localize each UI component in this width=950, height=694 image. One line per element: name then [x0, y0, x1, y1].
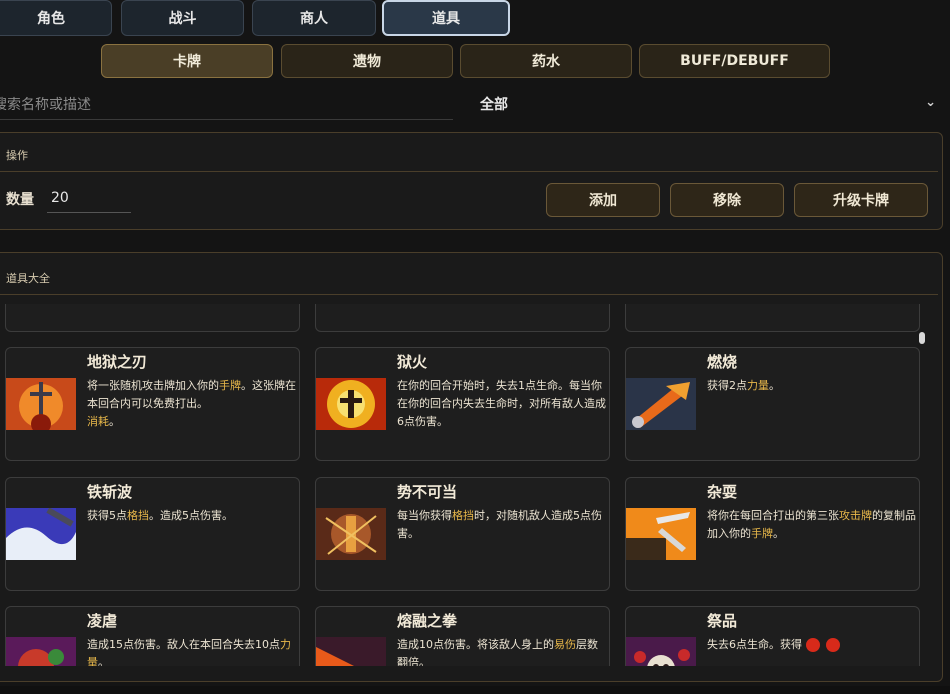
- search-input[interactable]: 搜索名称或描述: [0, 88, 453, 120]
- desc-text: 每当你获得: [397, 509, 452, 522]
- card-tile[interactable]: 势不可当 每当你获得格挡时，对随机敌人造成5点伤害。: [315, 477, 610, 591]
- desc-text: 将你在每回合打出的第三张: [707, 509, 839, 522]
- card-art-hell-blade: [6, 378, 76, 430]
- category-filter-select[interactable]: 全部 ⌄: [470, 88, 944, 120]
- keyword: 攻击牌: [839, 509, 872, 522]
- desc-text: 。: [773, 527, 784, 540]
- desc-text: 失去6点生命。获得: [707, 638, 802, 651]
- card-description: 获得5点格挡。造成5点伤害。: [87, 507, 297, 525]
- card-name: 狱火: [397, 353, 428, 371]
- desc-text: 在你的回合开始时，失去1点生命。每当你在你的回合内失去生命时，对所有敌人造成6点…: [397, 379, 606, 428]
- subtab-potions[interactable]: 药水: [460, 44, 632, 78]
- filter-value: 全部: [480, 97, 508, 113]
- card-tile[interactable]: 地狱之刃 将一张随机攻击牌加入你的手牌。这张牌在本回合内可以免费打出。 消耗。: [5, 347, 300, 461]
- desc-text: 获得5点: [87, 509, 127, 522]
- card-description: 将一张随机攻击牌加入你的手牌。这张牌在本回合内可以免费打出。 消耗。: [87, 377, 297, 431]
- desc-text: 。造成5点伤害。: [149, 509, 233, 522]
- card-art-inferno: [316, 378, 386, 430]
- quantity-value: 20: [51, 190, 69, 206]
- tab-combat[interactable]: 战斗: [121, 0, 244, 36]
- chevron-down-icon: ⌄: [925, 95, 936, 110]
- subtab-label: 药水: [532, 54, 560, 70]
- card-art-iron-wave: [6, 508, 76, 560]
- search-placeholder: 搜索名称或描述: [0, 96, 91, 113]
- card-tile[interactable]: 燃烧 获得2点力量。: [625, 347, 920, 461]
- desc-text: 将一张随机攻击牌加入你的: [87, 379, 219, 392]
- divider: [0, 294, 938, 295]
- catalog-title: 道具大全: [6, 272, 50, 285]
- card-art-molten-fist: [316, 637, 386, 666]
- keyword: 格挡: [452, 509, 474, 522]
- card-tile[interactable]: 祭品 失去6点生命。获得: [625, 606, 920, 666]
- add-label: 添加: [589, 193, 617, 209]
- subtab-buffs[interactable]: BUFF/DEBUFF: [639, 44, 830, 78]
- remove-button[interactable]: 移除: [670, 183, 784, 217]
- desc-text: 。: [109, 415, 120, 428]
- card-art-offering: [626, 637, 696, 666]
- desc-text: 造成15点伤害。敌人在本回合失去10点: [87, 638, 280, 651]
- energy-icon: [806, 638, 820, 652]
- card-tile[interactable]: 杂耍 将你在每回合打出的第三张攻击牌的复制品加入你的手牌。: [625, 477, 920, 591]
- keyword: 手牌: [219, 379, 241, 392]
- desc-text: 造成10点伤害。将该敌人身上的: [397, 638, 554, 651]
- keyword: 手牌: [751, 527, 773, 540]
- card-art-burn: [626, 378, 696, 430]
- keyword: 格挡: [127, 509, 149, 522]
- card-description: 造成15点伤害。敌人在本回合失去10点力量。: [87, 636, 297, 666]
- subtab-label: 遗物: [353, 54, 381, 70]
- upgrade-card-button[interactable]: 升级卡牌: [794, 183, 928, 217]
- card-tile[interactable]: 狱火 在你的回合开始时，失去1点生命。每当你在你的回合内失去生命时，对所有敌人造…: [315, 347, 610, 461]
- desc-text: 获得2点: [707, 379, 747, 392]
- operations-title: 操作: [6, 149, 28, 162]
- remove-label: 移除: [713, 193, 741, 209]
- card-description: 失去6点生命。获得: [707, 636, 917, 654]
- keyword: 易伤: [554, 638, 576, 651]
- card-grid: 地狱之刃 将一张随机攻击牌加入你的手牌。这张牌在本回合内可以免费打出。 消耗。 狱…: [0, 304, 920, 666]
- desc-text: 。: [98, 656, 109, 666]
- card-description: 造成10点伤害。将该敌人身上的易伤层数翻倍。: [397, 636, 607, 666]
- subtab-label: 卡牌: [173, 54, 201, 70]
- tab-label: 角色: [37, 11, 65, 27]
- tab-merchant[interactable]: 商人: [252, 0, 376, 36]
- upgrade-label: 升级卡牌: [833, 193, 889, 209]
- card-name: 凌虐: [87, 612, 118, 630]
- card-description: 每当你获得格挡时，对随机敌人造成5点伤害。: [397, 507, 607, 543]
- tab-label: 商人: [300, 11, 328, 27]
- card-art-juggling: [626, 508, 696, 560]
- tab-items[interactable]: 道具: [382, 0, 510, 36]
- card-name: 祭品: [707, 612, 738, 630]
- card-tile[interactable]: 凌虐 造成15点伤害。敌人在本回合失去10点力量。: [5, 606, 300, 666]
- card-tile[interactable]: 铁斩波 获得5点格挡。造成5点伤害。: [5, 477, 300, 591]
- tab-label: 道具: [432, 11, 460, 27]
- card-description: 在你的回合开始时，失去1点生命。每当你在你的回合内失去生命时，对所有敌人造成6点…: [397, 377, 607, 431]
- energy-icon: [826, 638, 840, 652]
- add-button[interactable]: 添加: [546, 183, 660, 217]
- tab-label: 战斗: [168, 11, 197, 27]
- card-art-juggernaut: [316, 508, 386, 560]
- card-name: 地狱之刃: [87, 353, 148, 371]
- card-name: 势不可当: [397, 483, 458, 501]
- subtab-relics[interactable]: 遗物: [281, 44, 453, 78]
- subtab-cards[interactable]: 卡牌: [101, 44, 273, 78]
- card-name: 燃烧: [707, 353, 738, 371]
- card-name: 杂耍: [707, 483, 738, 501]
- desc-text: 。: [769, 379, 780, 392]
- card-description: 将你在每回合打出的第三张攻击牌的复制品加入你的手牌。: [707, 507, 917, 543]
- card-name: 铁斩波: [87, 483, 133, 501]
- keyword: 力量: [747, 379, 769, 392]
- card-description: 获得2点力量。: [707, 377, 917, 395]
- card-tile[interactable]: 熔融之拳 造成10点伤害。将该敌人身上的易伤层数翻倍。: [315, 606, 610, 666]
- card-name: 熔融之拳: [397, 612, 458, 630]
- quantity-field[interactable]: 20: [47, 183, 131, 213]
- subtab-label: BUFF/DEBUFF: [680, 53, 789, 69]
- card-art-torment: [6, 637, 76, 666]
- tab-characters[interactable]: 角色: [0, 0, 112, 36]
- operations-panel: 操作 数量 20 添加 移除 升级卡牌: [0, 132, 943, 230]
- divider: [0, 686, 950, 694]
- keyword: 消耗: [87, 415, 109, 428]
- quantity-label: 数量: [6, 192, 34, 208]
- divider: [0, 171, 938, 172]
